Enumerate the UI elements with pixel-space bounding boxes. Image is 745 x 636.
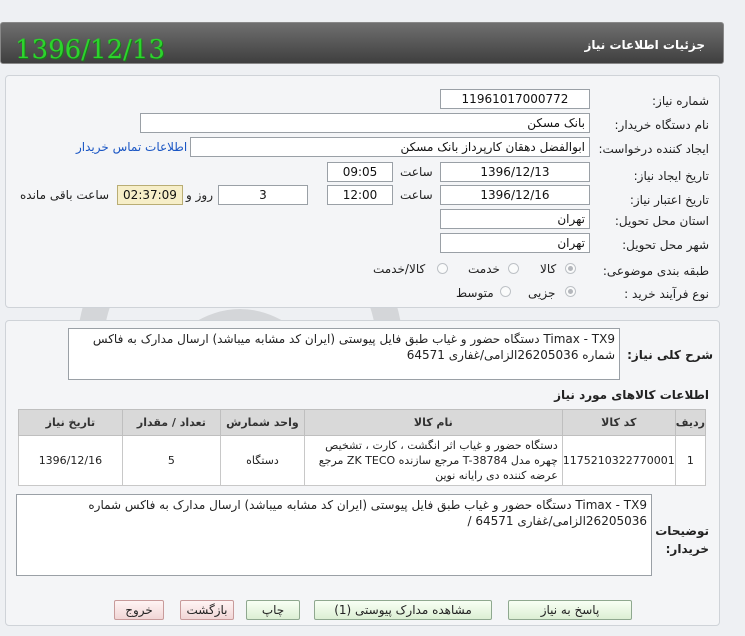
col-qty: تعداد / مقدار [121,409,222,436]
need-number-field: 11961017000772 [440,89,590,109]
validity-time-field: 12:00 [327,185,393,205]
category-goods-radio[interactable] [565,263,576,274]
exit-button[interactable]: خروج [114,600,164,620]
validity-date-field: 1396/12/16 [440,185,590,205]
back-button[interactable]: بازگشت [180,600,234,620]
province-label: استان محل تحویل: [614,214,709,228]
process-medium-radio[interactable] [500,286,511,297]
requester-field: ابوالفضل دهقان کارپرداز بانک مسکن [190,137,590,157]
summary-label: شرح کلی نیاز: [627,348,713,362]
remaining-time-field: 02:37:09 [117,185,183,205]
validity-date-label: تاریخ اعتبار نیاز: [629,193,709,207]
process-minor-radio[interactable] [565,286,576,297]
city-label: شهر محل تحویل: [622,238,709,252]
category-goods-label: کالا [540,262,557,276]
items-title: اطلاعات کالاهای مورد نیاز [554,388,709,402]
attachments-button[interactable]: مشاهده مدارک پیوستی (1) [314,600,492,620]
buyer-org-field: بانک مسکن [140,113,590,133]
category-label: طبقه بندی موضوعی: [602,264,709,278]
summary-textbox: Timax - TX9 دستگاه حضور و غیاب طبق فایل … [68,328,620,380]
cell-name: دستگاه حضور و غیاب اثر انگشت ، کارت ، تش… [303,435,563,486]
col-code: کد کالا [561,409,676,436]
print-button[interactable]: چاپ [246,600,300,620]
col-unit: واحد شمارش [220,409,305,436]
buyer-org-label: نام دستگاه خریدار: [614,118,710,132]
created-date-label: تاریخ ایجاد نیاز: [633,169,709,183]
buyer-notes-label: توضیحات خریدار: [655,524,709,556]
page-title: جزئیات اطلاعات نیاز [584,38,705,52]
cell-qty: 5 [121,435,222,486]
created-time-field: 09:05 [327,162,393,182]
buyer-notes-textbox: Timax - TX9 دستگاه حضور و غیاب طبق فایل … [16,494,652,576]
items-header-row: ردیف کد کالا نام کالا واحد شمارش تعداد /… [18,409,707,436]
category-both-radio[interactable] [437,263,448,274]
cell-row: 1 [674,435,707,486]
created-date-field: 1396/12/13 [440,162,590,182]
header-date: 1396/12/13 [15,35,165,65]
city-field: تهران [440,233,590,253]
items-table: ردیف کد کالا نام کالا واحد شمارش تعداد /… [18,409,707,486]
cell-code: 1175210322770001 [561,435,676,486]
category-both-label: کالا/خدمت [373,262,426,276]
buyer-contact-link[interactable]: اطلاعات تماس خریدار [76,140,187,154]
need-number-label: شماره نیاز: [652,94,709,108]
remaining-time-label: ساعت باقی مانده [20,188,110,202]
respond-button[interactable]: پاسخ به نیاز [508,600,632,620]
col-name: نام کالا [303,409,563,436]
page-header: 1396/12/13 جزئیات اطلاعات نیاز [0,22,724,65]
process-minor-label: جزیی [528,286,556,300]
province-field: تهران [440,209,590,229]
col-date: تاریخ نیاز [18,409,123,436]
category-service-radio[interactable] [508,263,519,274]
col-row: ردیف [674,409,707,436]
category-service-label: خدمت [468,262,500,276]
process-label: نوع فرآیند خرید : [624,287,709,301]
validity-time-label: ساعت [400,188,433,202]
cell-date: 1396/12/16 [18,435,123,486]
created-time-label: ساعت [400,165,433,179]
process-medium-label: متوسط [456,286,494,300]
validity-days-field: 3 [218,185,308,205]
cell-unit: دستگاه [220,435,305,486]
requester-label: ایجاد کننده درخواست: [598,142,709,156]
validity-days-label: روز و [186,188,213,202]
table-row: 1 1175210322770001 دستگاه حضور و غیاب اث… [18,435,707,486]
